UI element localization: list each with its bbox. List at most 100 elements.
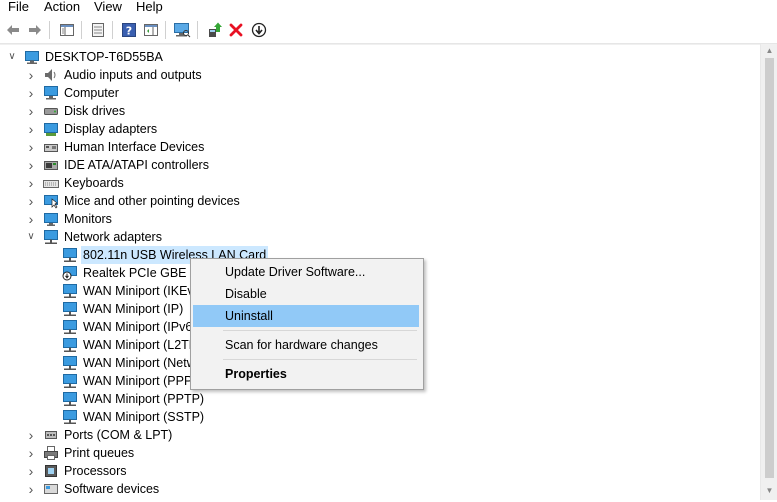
menu-uninstall[interactable]: Uninstall (193, 305, 419, 327)
action-pane-icon[interactable] (141, 20, 161, 40)
tree-item-label: WAN Miniport (IKEv (83, 284, 194, 298)
expand-chevron-icon[interactable]: › (25, 480, 37, 498)
uninstall-icon[interactable] (226, 20, 246, 40)
toolbar-separator (81, 21, 82, 39)
menu-action[interactable]: Action (44, 0, 80, 16)
tree-item-software-devices[interactable]: › Software devices (0, 480, 760, 498)
expand-chevron-icon[interactable]: › (25, 66, 37, 84)
tree-item-network-adapters[interactable]: ∨ Network adapters (0, 228, 760, 246)
tree-item-label: Processors (64, 464, 127, 478)
scrollbar-thumb[interactable] (765, 58, 774, 478)
expand-chevron-icon[interactable]: › (25, 138, 37, 156)
toolbar-separator (112, 21, 113, 39)
tree-item-label: DESKTOP-T6D55BA (45, 50, 163, 64)
expand-chevron-icon[interactable]: › (25, 426, 37, 444)
expand-chevron-icon[interactable]: › (25, 84, 37, 102)
tree-item-audio-inputs-and-outputs[interactable]: › Audio inputs and outputs (0, 66, 760, 84)
collapse-chevron-icon[interactable]: ∨ (6, 48, 18, 66)
tree-item-label: WAN Miniport (SSTP) (83, 410, 205, 424)
network-adapter-icon (62, 301, 78, 317)
network-adapter-icon (62, 319, 78, 335)
scroll-up-icon[interactable]: ▲ (764, 46, 775, 58)
tree-item-network-device[interactable]: WAN Miniport (SSTP) (0, 408, 760, 426)
printer-icon (43, 445, 59, 461)
tree-item-label: Software devices (64, 482, 160, 496)
svg-text:?: ? (126, 25, 132, 38)
expand-chevron-icon[interactable]: › (25, 120, 37, 138)
menu-file[interactable]: File (8, 0, 29, 16)
toolbar-separator (49, 21, 50, 39)
tree-item-print-queues[interactable]: › Print queues (0, 444, 760, 462)
network-adapter-icon (62, 355, 78, 371)
tree-item-ports-com-lpt[interactable]: › Ports (COM & LPT) (0, 426, 760, 444)
tree-item-label: Ports (COM & LPT) (64, 428, 173, 442)
keyboard-icon (43, 175, 59, 191)
expand-chevron-icon[interactable]: › (25, 102, 37, 120)
menu-update-driver[interactable]: Update Driver Software... (193, 261, 419, 283)
tree-item-disk-drives[interactable]: › Disk drives (0, 102, 760, 120)
network-adapter-icon (62, 283, 78, 299)
tree-root[interactable]: ∨ DESKTOP-T6D55BA (0, 48, 760, 66)
tree-item-label: Mice and other pointing devices (64, 194, 240, 208)
tree-item-computer[interactable]: › Computer (0, 84, 760, 102)
forward-icon[interactable] (25, 20, 45, 40)
disabled-network-adapter-icon (62, 265, 78, 281)
tree-item-label: Display adapters (64, 122, 158, 136)
tree-item-label: WAN Miniport (PPTP) (83, 392, 205, 406)
tree-item-human-interface-devices[interactable]: › Human Interface Devices (0, 138, 760, 156)
tree-item-label: Monitors (64, 212, 112, 226)
scroll-down-icon[interactable]: ▼ (764, 486, 775, 498)
help-icon[interactable]: ? (119, 20, 139, 40)
tree-item-processors[interactable]: › Processors (0, 462, 760, 480)
network-adapter-icon (62, 337, 78, 353)
tree-item-network-device[interactable]: WAN Miniport (PPTP) (0, 390, 760, 408)
tree-item-label: WAN Miniport (Netw (83, 356, 196, 370)
expand-chevron-icon[interactable]: › (25, 444, 37, 462)
menu-disable[interactable]: Disable (193, 283, 419, 305)
tree-item-label: Computer (64, 86, 119, 100)
software-device-icon (43, 481, 59, 497)
network-adapter-icon (62, 373, 78, 389)
vertical-scrollbar[interactable]: ▲ ▼ (760, 44, 777, 500)
menu-separator (223, 359, 417, 360)
expand-chevron-icon[interactable]: › (25, 192, 37, 210)
disk-drive-icon (43, 103, 59, 119)
expand-chevron-icon[interactable]: › (25, 210, 37, 228)
tree-item-mice-and-other-pointing-devices[interactable]: › Mice and other pointing devices (0, 192, 760, 210)
display-adapter-icon (43, 121, 59, 137)
expand-chevron-icon[interactable]: › (25, 156, 37, 174)
tree-item-label: WAN Miniport (IPv6 (83, 320, 193, 334)
tree-item-ide-ata-atapi-controllers[interactable]: › IDE ATA/ATAPI controllers (0, 156, 760, 174)
context-menu: Update Driver Software... Disable Uninst… (190, 258, 424, 390)
disable-icon[interactable] (249, 20, 269, 40)
tree-item-display-adapters[interactable]: › Display adapters (0, 120, 760, 138)
back-icon[interactable] (3, 20, 23, 40)
show-hide-tree-icon[interactable] (57, 20, 77, 40)
network-adapter-icon (43, 229, 59, 245)
tree-item-label: WAN Miniport (IP) (83, 302, 184, 316)
tree-item-label: IDE ATA/ATAPI controllers (64, 158, 209, 172)
tree-item-monitors[interactable]: › Monitors (0, 210, 760, 228)
toolbar-separator (165, 21, 166, 39)
properties-icon[interactable] (88, 20, 108, 40)
toolbar: ? (0, 17, 777, 44)
menu-scan-hardware[interactable]: Scan for hardware changes (193, 334, 419, 356)
computer-icon (24, 49, 40, 65)
menu-properties[interactable]: Properties (193, 363, 419, 385)
menu-help[interactable]: Help (136, 0, 163, 16)
port-icon (43, 427, 59, 443)
update-driver-icon[interactable] (204, 20, 224, 40)
expand-chevron-icon[interactable]: › (25, 174, 37, 192)
tree-item-label: Human Interface Devices (64, 140, 205, 154)
hid-icon (43, 139, 59, 155)
ide-controller-icon (43, 157, 59, 173)
menu-view[interactable]: View (94, 0, 122, 16)
scan-hardware-icon[interactable] (172, 20, 192, 40)
expand-chevron-icon[interactable]: › (25, 462, 37, 480)
network-adapter-icon (62, 409, 78, 425)
tree-item-label: Network adapters (64, 230, 162, 244)
network-adapter-icon (62, 247, 78, 263)
tree-item-label: Keyboards (64, 176, 124, 190)
collapse-chevron-icon[interactable]: ∨ (25, 228, 37, 246)
tree-item-keyboards[interactable]: › Keyboards (0, 174, 760, 192)
